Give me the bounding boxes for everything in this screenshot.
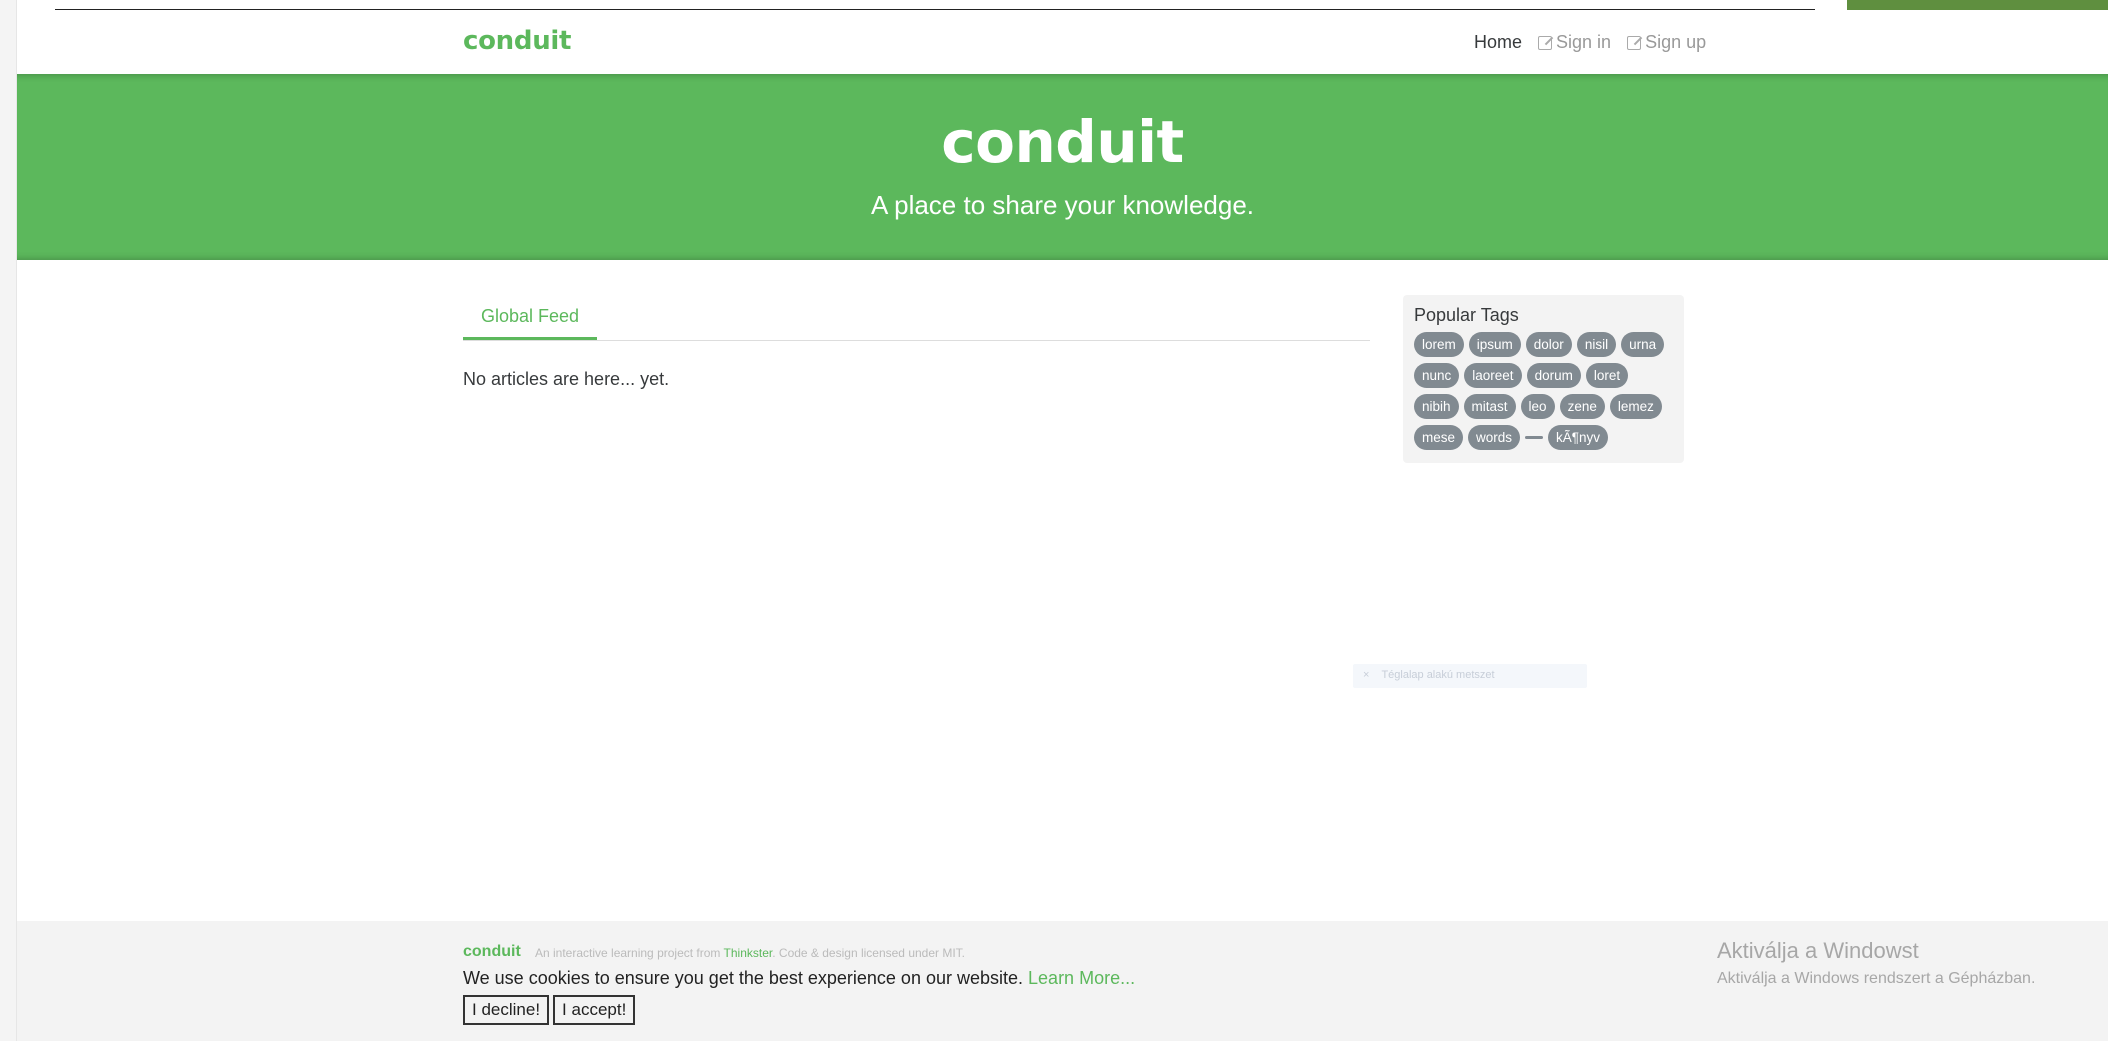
tag-pill[interactable]: mese: [1414, 425, 1464, 450]
activation-subtitle: Aktiválja a Windows rendszert a Gépházba…: [1717, 970, 2036, 987]
tag-pill[interactable]: loret: [1585, 363, 1629, 388]
attribution-suffix: . Code & design licensed under MIT.: [772, 946, 966, 960]
edit-icon: [1627, 35, 1642, 50]
tag-list: lorem ipsum dolor nisil urna nunc laoree…: [1414, 332, 1674, 450]
cookie-banner-text: We use cookies to ensure you get the bes…: [463, 968, 1135, 989]
decline-cookies-button[interactable]: I decline!: [463, 995, 550, 1025]
nav-links: Home Sign in Sign up: [1474, 32, 1706, 53]
cookie-message: We use cookies to ensure you get the bes…: [463, 968, 1024, 988]
close-icon: ×: [1363, 669, 1370, 681]
tag-pill[interactable]: ipsum: [1468, 332, 1521, 357]
tag-pill[interactable]: nunc: [1414, 363, 1460, 388]
navbar: conduit Home Sign in Sign up: [17, 10, 2108, 74]
attribution-prefix: An interactive learning project from: [535, 946, 721, 960]
window-corner-decoration: [1818, 0, 2108, 10]
footer: conduit An interactive learning project …: [17, 921, 2108, 1041]
popular-tags-title: Popular Tags: [1414, 305, 1519, 325]
window-left-edge: [0, 0, 17, 1041]
learn-more-link[interactable]: Learn More...: [1028, 968, 1135, 988]
ghost-text: Téglalap alakú metszet: [1381, 669, 1495, 681]
windows-activation-notice: Aktiválja a Windowst Aktiválja a Windows…: [1717, 938, 2035, 988]
tag-pill[interactable]: nisil: [1576, 332, 1617, 357]
tag-pill[interactable]: laoreet: [1464, 363, 1522, 388]
tag-pill[interactable]: nibih: [1414, 394, 1459, 419]
empty-feed-message: No articles are here... yet.: [463, 369, 670, 389]
tag-pill[interactable]: words: [1468, 425, 1521, 450]
nav-home-link[interactable]: Home: [1474, 32, 1522, 53]
ghost-overlay: × Téglalap alakú metszet: [1353, 664, 1587, 688]
tag-pill[interactable]: mitast: [1463, 394, 1516, 419]
nav-signup-link[interactable]: Sign up: [1627, 32, 1706, 53]
tag-pill[interactable]: zene: [1559, 394, 1605, 419]
edit-icon: [1538, 35, 1553, 50]
tag-pill-empty[interactable]: [1525, 436, 1544, 439]
popular-tags-panel: Popular Tags lorem ipsum dolor nisil urn…: [1403, 295, 1684, 463]
nav-signup-label: Sign up: [1645, 32, 1707, 52]
footer-attribution: An interactive learning project from Thi…: [535, 946, 965, 960]
cookie-buttons: I decline! I accept!: [463, 995, 636, 1025]
tag-pill[interactable]: lemez: [1609, 394, 1662, 419]
accept-cookies-button[interactable]: I accept!: [553, 995, 636, 1025]
tag-pill[interactable]: lorem: [1414, 332, 1464, 357]
tag-pill[interactable]: leo: [1520, 394, 1555, 419]
tag-pill[interactable]: dolor: [1525, 332, 1572, 357]
navbar-brand[interactable]: conduit: [463, 26, 571, 56]
banner-title: conduit: [941, 108, 1184, 176]
nav-signin-label: Sign in: [1556, 32, 1612, 52]
nav-signin-link[interactable]: Sign in: [1538, 32, 1611, 53]
feed-tabs: Global Feed: [463, 296, 1370, 341]
activation-title: Aktiválja a Windowst: [1717, 938, 1919, 963]
tab-global-feed[interactable]: Global Feed: [463, 296, 598, 340]
banner-subtitle: A place to share your knowledge.: [870, 190, 1255, 220]
nav-home-label: Home: [1474, 32, 1523, 52]
tag-pill[interactable]: dorum: [1526, 363, 1581, 388]
thinkster-link[interactable]: Thinkster: [724, 946, 773, 960]
tag-pill[interactable]: urna: [1621, 332, 1665, 357]
tag-pill[interactable]: kÃ¶nyv: [1548, 425, 1609, 450]
footer-brand[interactable]: conduit: [463, 943, 521, 961]
hero-banner: conduit A place to share your knowledge.: [17, 74, 2108, 260]
